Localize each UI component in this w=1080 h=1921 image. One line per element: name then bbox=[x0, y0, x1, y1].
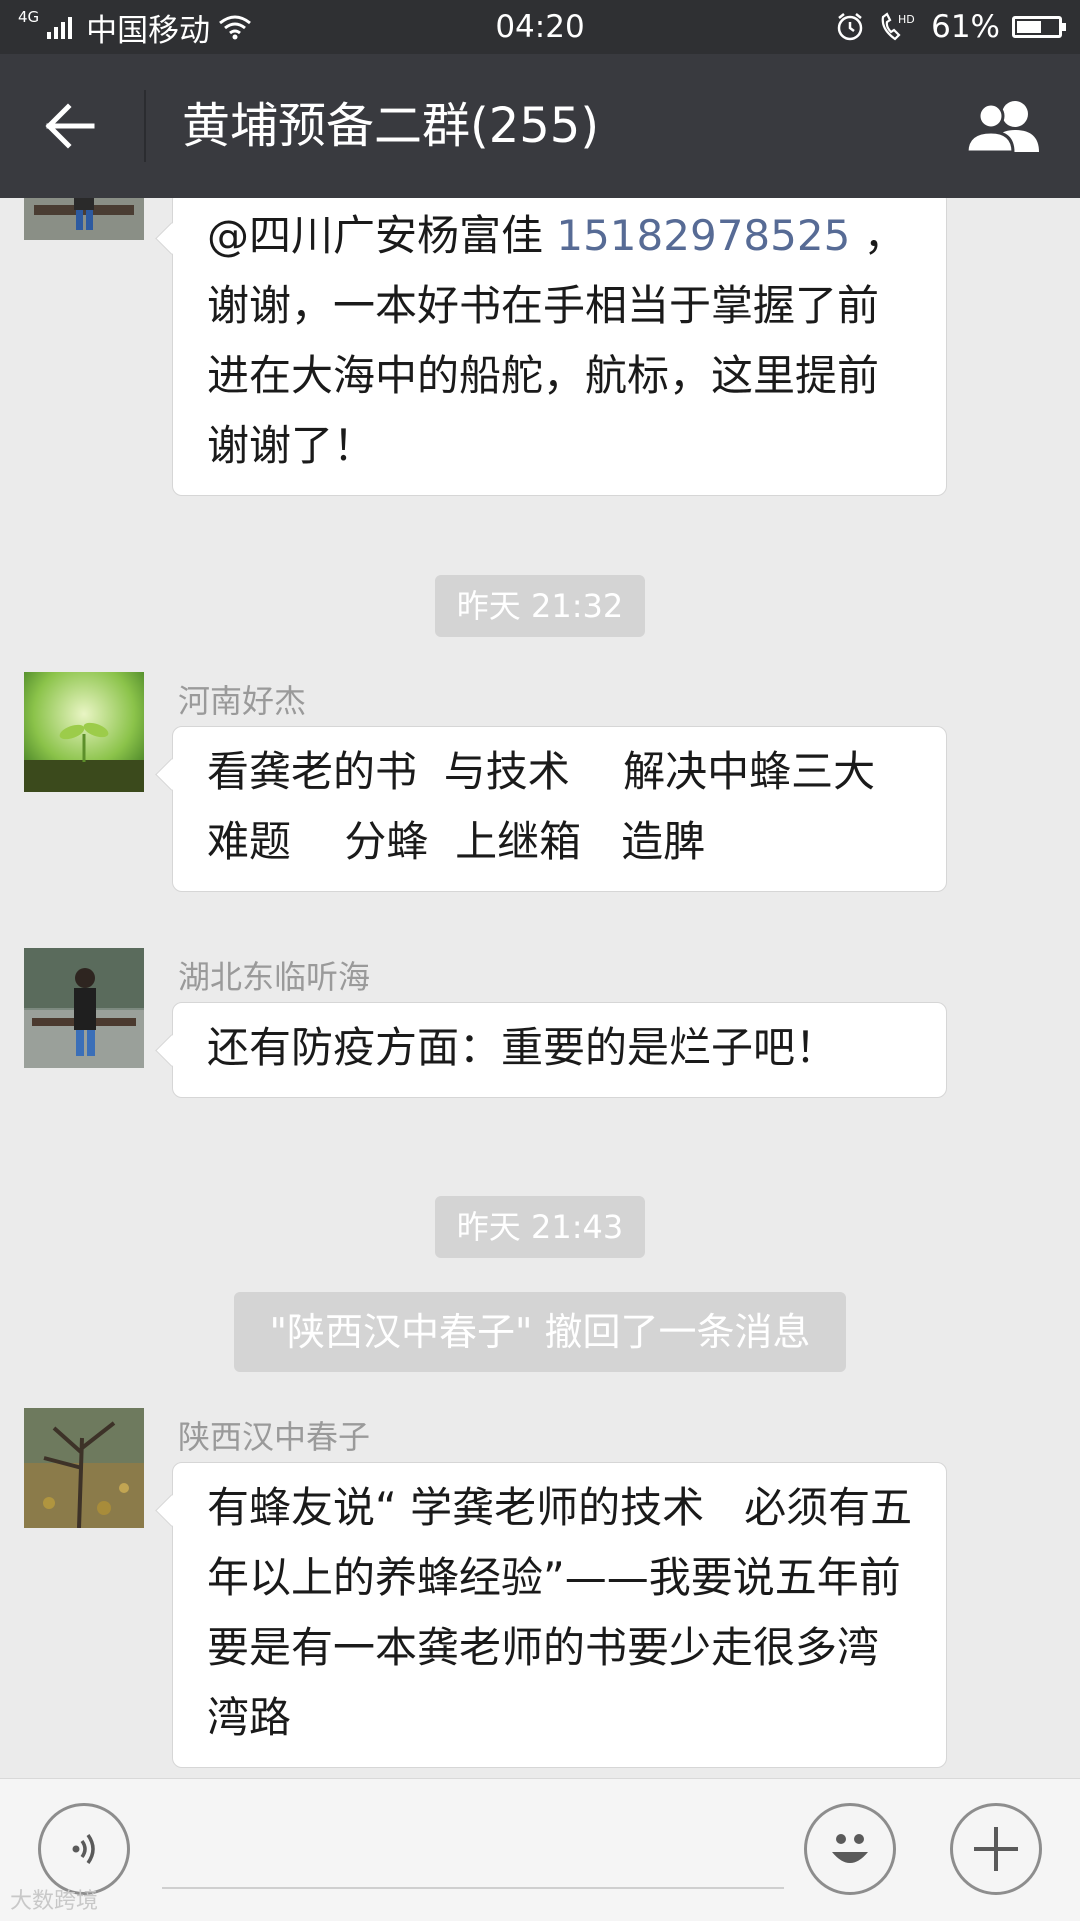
emoji-icon bbox=[832, 1834, 868, 1863]
status-right: HD 61% bbox=[835, 0, 1066, 54]
message-bubble[interactable]: 有蜂友说“ 学龚老师的技术 必须有五年以上的养蜂经验”——我要说五年前要是有一本… bbox=[172, 1462, 947, 1768]
group-members-button[interactable] bbox=[956, 90, 1052, 162]
title-divider bbox=[144, 90, 146, 162]
sender-name: 陕西汉中春子 bbox=[178, 1418, 371, 1456]
emoji-button[interactable] bbox=[804, 1803, 896, 1895]
message-bubble[interactable]: @四川广安杨富佳 15182978525 ， 谢谢，一本好书在手相当于掌握了前进… bbox=[172, 198, 947, 496]
battery-fill bbox=[1017, 21, 1042, 33]
message-text: 还有防疫方面：重要的是烂子吧！ bbox=[207, 1023, 838, 1072]
timestamp-chip: 昨天 21:32 bbox=[435, 575, 645, 637]
avatar[interactable] bbox=[24, 198, 144, 240]
message-input[interactable] bbox=[162, 1809, 784, 1889]
hd-call-icon: HD bbox=[881, 12, 915, 41]
avatar[interactable] bbox=[24, 672, 144, 792]
back-button[interactable] bbox=[30, 90, 110, 162]
input-bar: 大数跨境 bbox=[0, 1778, 1080, 1921]
voice-button[interactable] bbox=[38, 1803, 130, 1895]
chat-area[interactable]: @四川广安杨富佳 15182978525 ， 谢谢，一本好书在手相当于掌握了前进… bbox=[0, 198, 1080, 1778]
status-bar: 4G 中国移动 04:20 HD 61% bbox=[0, 0, 1080, 54]
title-bar: 黄埔预备二群(255) bbox=[0, 54, 1080, 198]
plus-icon bbox=[974, 1827, 1018, 1871]
group-members-icon bbox=[965, 101, 1039, 154]
back-arrow-icon bbox=[45, 103, 95, 149]
message-bubble[interactable]: 还有防疫方面：重要的是烂子吧！ bbox=[172, 1002, 947, 1098]
more-button[interactable] bbox=[950, 1803, 1042, 1895]
watermark: 大数跨境 bbox=[10, 1889, 99, 1914]
message-text: 有蜂友说“ 学龚老师的技术 必须有五年以上的养蜂经验”——我要说五年前要是有一本… bbox=[207, 1483, 913, 1742]
mention-text: @四川广安杨富佳 bbox=[207, 211, 557, 260]
sender-name: 湖北东临听海 bbox=[178, 958, 371, 996]
message-bubble[interactable]: 看龚老的书 与技术 解决中蜂三大难题 分蜂 上继箱 造脾 bbox=[172, 726, 947, 892]
alarm-icon bbox=[837, 13, 863, 41]
sender-name: 河南好杰 bbox=[178, 682, 307, 720]
svg-text:HD: HD bbox=[898, 13, 915, 26]
recall-notice: "陕西汉中春子" 撤回了一条消息 bbox=[234, 1292, 846, 1372]
message-text: 看龚老的书 与技术 解决中蜂三大难题 分蜂 上继箱 造脾 bbox=[207, 747, 876, 866]
avatar[interactable] bbox=[24, 1408, 144, 1528]
battery-icon bbox=[1012, 16, 1066, 38]
timestamp-chip: 昨天 21:43 bbox=[435, 1196, 645, 1258]
voice-icon bbox=[72, 1833, 95, 1865]
battery-percent: 61% bbox=[931, 9, 1000, 45]
chat-title: 黄埔预备二群(255) bbox=[182, 98, 600, 154]
avatar[interactable] bbox=[24, 948, 144, 1068]
phone-number-link[interactable]: 15182978525 bbox=[556, 211, 850, 260]
